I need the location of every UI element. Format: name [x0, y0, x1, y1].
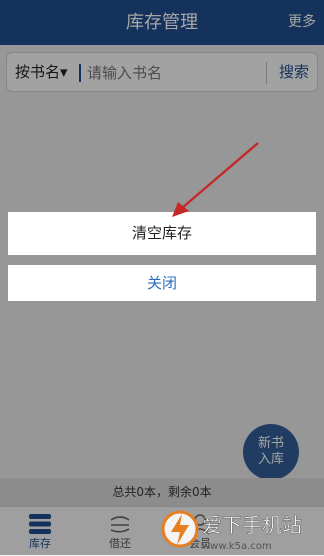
site-watermark: 爱下手机站 www.k5a.com: [161, 510, 302, 552]
close-button[interactable]: 关闭: [8, 265, 316, 301]
clear-inventory-button[interactable]: 清空库存: [8, 212, 316, 255]
watermark-url: www.k5a.com: [202, 541, 272, 552]
watermark-text: 爱下手机站: [202, 513, 302, 537]
